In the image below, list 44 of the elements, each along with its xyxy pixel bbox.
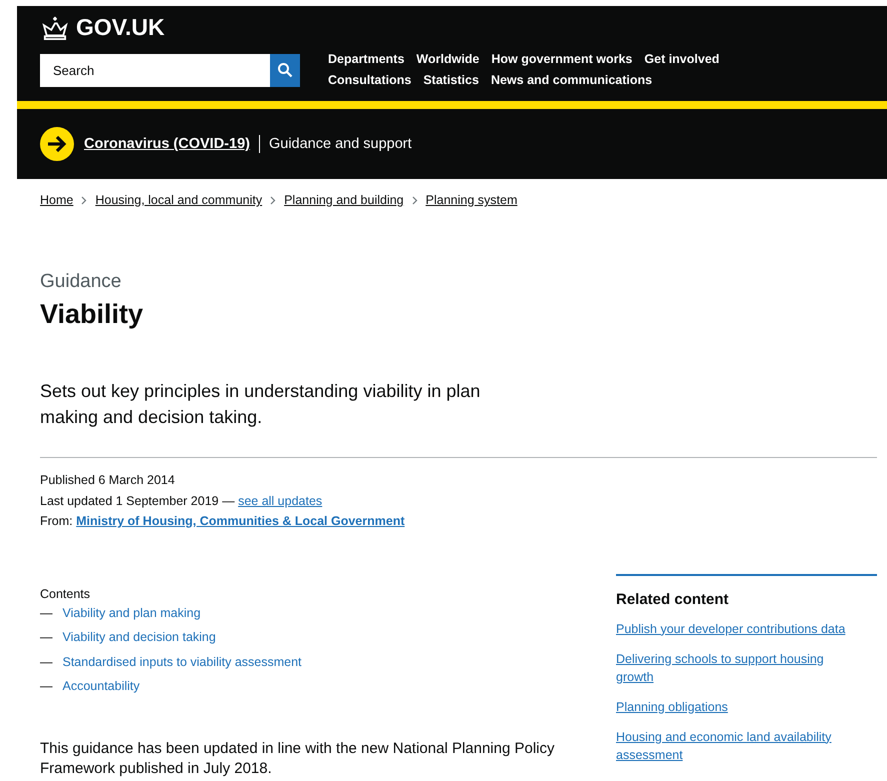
body-paragraph: This guidance has been updated in line with the new National Planning Policy Framework published in July 2018. (40, 738, 556, 778)
contents-link[interactable]: Viability and plan making (62, 600, 201, 625)
site-logo[interactable]: GOV.UK (76, 14, 165, 41)
search-field[interactable]: Search (40, 54, 270, 86)
nav-link[interactable]: Consultations (328, 70, 412, 91)
from-label: From: (40, 514, 73, 528)
breadcrumb-link[interactable]: Planning and building (284, 193, 404, 207)
nav-link[interactable]: Departments (328, 49, 404, 70)
page-kicker: Guidance (40, 271, 122, 293)
covid-link[interactable]: Coronavirus (COVID-19) (84, 136, 250, 152)
related-heading: Related content (616, 590, 730, 608)
page-title: Viability (40, 299, 144, 330)
list-dash: — (40, 654, 52, 670)
breadcrumb-link[interactable]: Planning system (426, 193, 518, 207)
nav-link[interactable]: Get involved (644, 49, 720, 70)
list-dash: — (40, 629, 52, 646)
related-link[interactable]: Delivering schools to support housing growth (616, 650, 856, 686)
chevron-icon (270, 196, 276, 204)
search-button[interactable] (270, 54, 300, 86)
organisation-link[interactable]: Ministry of Housing, Communities & Local Government (76, 514, 405, 528)
nav-link[interactable]: Statistics (423, 70, 479, 91)
search-icon (277, 62, 293, 78)
related-link[interactable]: Housing and economic land availability assessment (616, 728, 856, 764)
chevron-icon (81, 196, 88, 204)
updates-link[interactable]: see all updates (238, 494, 322, 508)
published-date: Published 6 March 2014 (40, 472, 176, 489)
chevron-icon (412, 196, 418, 204)
nav-link[interactable]: How government works (491, 49, 632, 70)
nav-link[interactable]: Worldwide (416, 49, 480, 70)
contents-link[interactable]: Standardised inputs to viability assessment (62, 650, 302, 674)
list-dash: — (40, 678, 52, 695)
contents-heading: Contents (40, 586, 92, 600)
banner-text: Guidance and support (268, 136, 412, 152)
related-link[interactable]: Planning obligations (616, 698, 856, 716)
breadcrumb-link[interactable]: Housing, local and community (95, 193, 262, 207)
contents-link[interactable]: Accountability (62, 674, 140, 698)
related-link[interactable]: Publish your developer contributions data (616, 620, 856, 638)
breadcrumb-link[interactable]: Home (40, 193, 74, 207)
nav-link[interactable]: News and communications (490, 70, 652, 91)
contents-link[interactable]: Viability and decision taking (62, 625, 216, 650)
crown-icon (40, 16, 70, 40)
list-dash: — (40, 604, 52, 622)
lead-paragraph: Sets out key principles in understanding viability in plan making and decision taking. (40, 380, 482, 429)
updated-date: Last updated 1 September 2019 — (40, 494, 235, 508)
